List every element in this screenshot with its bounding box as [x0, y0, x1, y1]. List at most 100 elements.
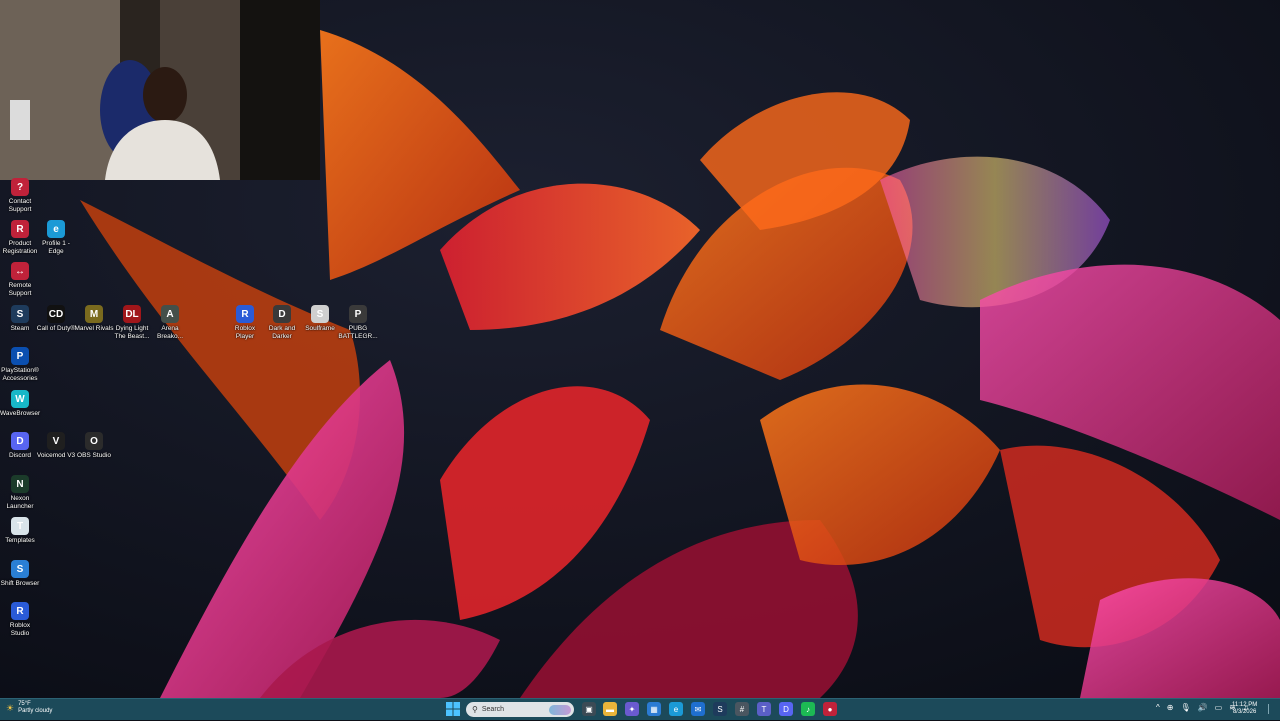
volume-icon[interactable]: 🔊: [1198, 703, 1208, 712]
desktop-shortcut[interactable]: D Dark and Darker: [262, 305, 302, 340]
weather-temperature: 75°F: [18, 701, 31, 707]
microphone-icon[interactable]: 🎙: [1180, 703, 1190, 712]
weather-widget[interactable]: ☀ 75°F Partly cloudy: [6, 701, 52, 715]
desktop-shortcut[interactable]: N Nexon Launcher: [0, 475, 40, 510]
steam-icon: S: [11, 305, 29, 323]
calculator-icon[interactable]: #: [735, 702, 749, 716]
shift-browser-icon: S: [11, 560, 29, 578]
desktop-shortcut[interactable]: D Discord: [0, 432, 40, 460]
desktop-shortcut[interactable]: DL Dying Light The Beast...: [112, 305, 152, 340]
roblox-player-icon: R: [236, 305, 254, 323]
desktop-shortcut-label: Remote Support: [8, 282, 32, 297]
start-button[interactable]: [446, 702, 460, 716]
desktop-shortcut-label: Templates: [5, 537, 35, 544]
desktop-shortcut-label: PlayStation® Accessories: [1, 367, 39, 382]
dark-and-darker-icon: D: [273, 305, 291, 323]
monitor-icon[interactable]: ▭: [1215, 703, 1223, 712]
desktop-shortcut-label: Contact Support: [8, 198, 32, 213]
wavebrowser-icon: W: [11, 390, 29, 408]
voicemod-icon: V: [47, 432, 65, 450]
edge-icon: e: [47, 220, 65, 238]
marvel-rivals-icon: M: [85, 305, 103, 323]
templates-icon: T: [11, 517, 29, 535]
desktop-shortcut[interactable]: S Steam: [0, 305, 40, 333]
desktop-shortcut-label: Profile 1 - Edge: [42, 240, 70, 255]
desktop-shortcut-label: Call of Duty®: [36, 325, 76, 332]
desktop-shortcut-label: WaveBrowser: [0, 410, 41, 417]
desktop-shortcut-label: Nexon Launcher: [6, 495, 34, 510]
desktop-shortcut[interactable]: P PlayStation® Accessories: [0, 347, 40, 382]
desktop-shortcut-label: Shift Browser: [0, 580, 40, 587]
arena-breakout-icon: A: [161, 305, 179, 323]
desktop-shortcut-label: Discord: [8, 452, 32, 459]
pubg-icon: P: [349, 305, 367, 323]
steam-taskbar-icon[interactable]: S: [713, 702, 727, 716]
desktop-shortcut-label: OBS Studio: [77, 452, 111, 459]
search-placeholder: Search: [481, 706, 505, 713]
desktop-shortcut[interactable]: O OBS Studio: [74, 432, 114, 460]
obs-studio-icon: O: [85, 432, 103, 450]
desktop-shortcut[interactable]: ? Contact Support: [0, 178, 40, 213]
playstation-accessories-icon: P: [11, 347, 29, 365]
microsoft-store-icon[interactable]: ▦: [647, 702, 661, 716]
soulframe-icon: S: [311, 305, 329, 323]
taskbar-search-box[interactable]: ⚲ Search: [466, 702, 574, 717]
discord-icon: D: [11, 432, 29, 450]
notification-icon[interactable]: [1268, 704, 1277, 714]
desktop-shortcut[interactable]: M Marvel Rivals: [74, 305, 114, 333]
task-view-icon[interactable]: ▣: [582, 702, 596, 716]
nexon-launcher-icon: N: [11, 475, 29, 493]
desktop-shortcut[interactable]: R Roblox Studio: [0, 602, 40, 637]
desktop-shortcut-label: Marvel Rivals: [74, 325, 114, 332]
desktop-shortcut[interactable]: R Product Registration: [0, 220, 40, 255]
discord-taskbar-icon[interactable]: D: [779, 702, 793, 716]
desktop-shortcut-label: Dying Light The Beast...: [114, 325, 150, 340]
desktop-shortcut[interactable]: T Templates: [0, 517, 40, 545]
desktop-shortcut[interactable]: CD Call of Duty®: [36, 305, 76, 333]
desktop-shortcut[interactable]: W WaveBrowser: [0, 390, 40, 418]
search-highlight-icon: [549, 704, 571, 715]
desktop-shortcut[interactable]: V Voicemod V3: [36, 432, 76, 460]
desktop-shortcut-label: Dark and Darker: [268, 325, 296, 340]
call-of-duty-icon: CD: [47, 305, 65, 323]
remote-support-icon: ↔: [11, 262, 29, 280]
spotify-icon[interactable]: ♪: [801, 702, 815, 716]
desktop-shortcut-label: Voicemod V3: [36, 452, 76, 459]
desktop-shortcut-label: PUBG BATTLEGR...: [338, 325, 378, 340]
taskbar: ☀ 75°F Partly cloudy ⚲ Search ▣ ▬ ✦ ▦ e ✉ S # T D…: [0, 698, 1280, 720]
clock-date: 8/3/2026: [1232, 709, 1257, 715]
webcam-feed-image: [0, 0, 320, 180]
desktop-shortcut[interactable]: S Soulframe: [300, 305, 340, 333]
desktop-shortcut[interactable]: ↔ Remote Support: [0, 262, 40, 297]
dying-light-icon: DL: [123, 305, 141, 323]
teams-icon[interactable]: T: [757, 702, 771, 716]
show-hidden-icons-chevron-icon[interactable]: ^: [1156, 703, 1160, 712]
weather-sun-icon: ☀: [6, 702, 15, 713]
edge-taskbar-icon[interactable]: e: [669, 702, 683, 716]
copilot-icon[interactable]: ✦: [625, 702, 639, 716]
webcam-overlay: [0, 0, 320, 180]
desktop-shortcut[interactable]: S Shift Browser: [0, 560, 40, 588]
roblox-studio-icon: R: [11, 602, 29, 620]
network-icon[interactable]: ⊕: [1167, 703, 1174, 712]
desktop-shortcut-label: Arena Breako...: [156, 325, 183, 340]
windows-logo-icon: [446, 702, 460, 716]
product-registration-icon: R: [11, 220, 29, 238]
desktop-shortcut-label: Roblox Player: [234, 325, 256, 340]
search-icon: ⚲: [472, 705, 478, 714]
clock[interactable]: 11:12 PM 8/3/2026: [1232, 702, 1257, 716]
weather-description: Partly cloudy: [18, 708, 53, 714]
desktop-shortcut[interactable]: A Arena Breako...: [150, 305, 190, 340]
desktop-shortcut[interactable]: e Profile 1 - Edge: [36, 220, 76, 255]
file-explorer-icon[interactable]: ▬: [603, 702, 617, 716]
desktop-shortcut[interactable]: R Roblox Player: [225, 305, 265, 340]
desktop-shortcut-label: Soulframe: [305, 325, 335, 332]
desktop-shortcut[interactable]: P PUBG BATTLEGR...: [338, 305, 378, 340]
obs-taskbar-icon[interactable]: ●: [823, 702, 837, 716]
desktop: ? Contact Support R Product Registration e Pr…: [0, 0, 1280, 698]
desktop-shortcut-label: Product Registration: [2, 240, 38, 255]
desktop-shortcut-label: Steam: [10, 325, 30, 332]
mail-icon[interactable]: ✉: [691, 702, 705, 716]
contact-support-icon: ?: [11, 178, 29, 196]
desktop-shortcut-label: Roblox Studio: [9, 622, 31, 637]
